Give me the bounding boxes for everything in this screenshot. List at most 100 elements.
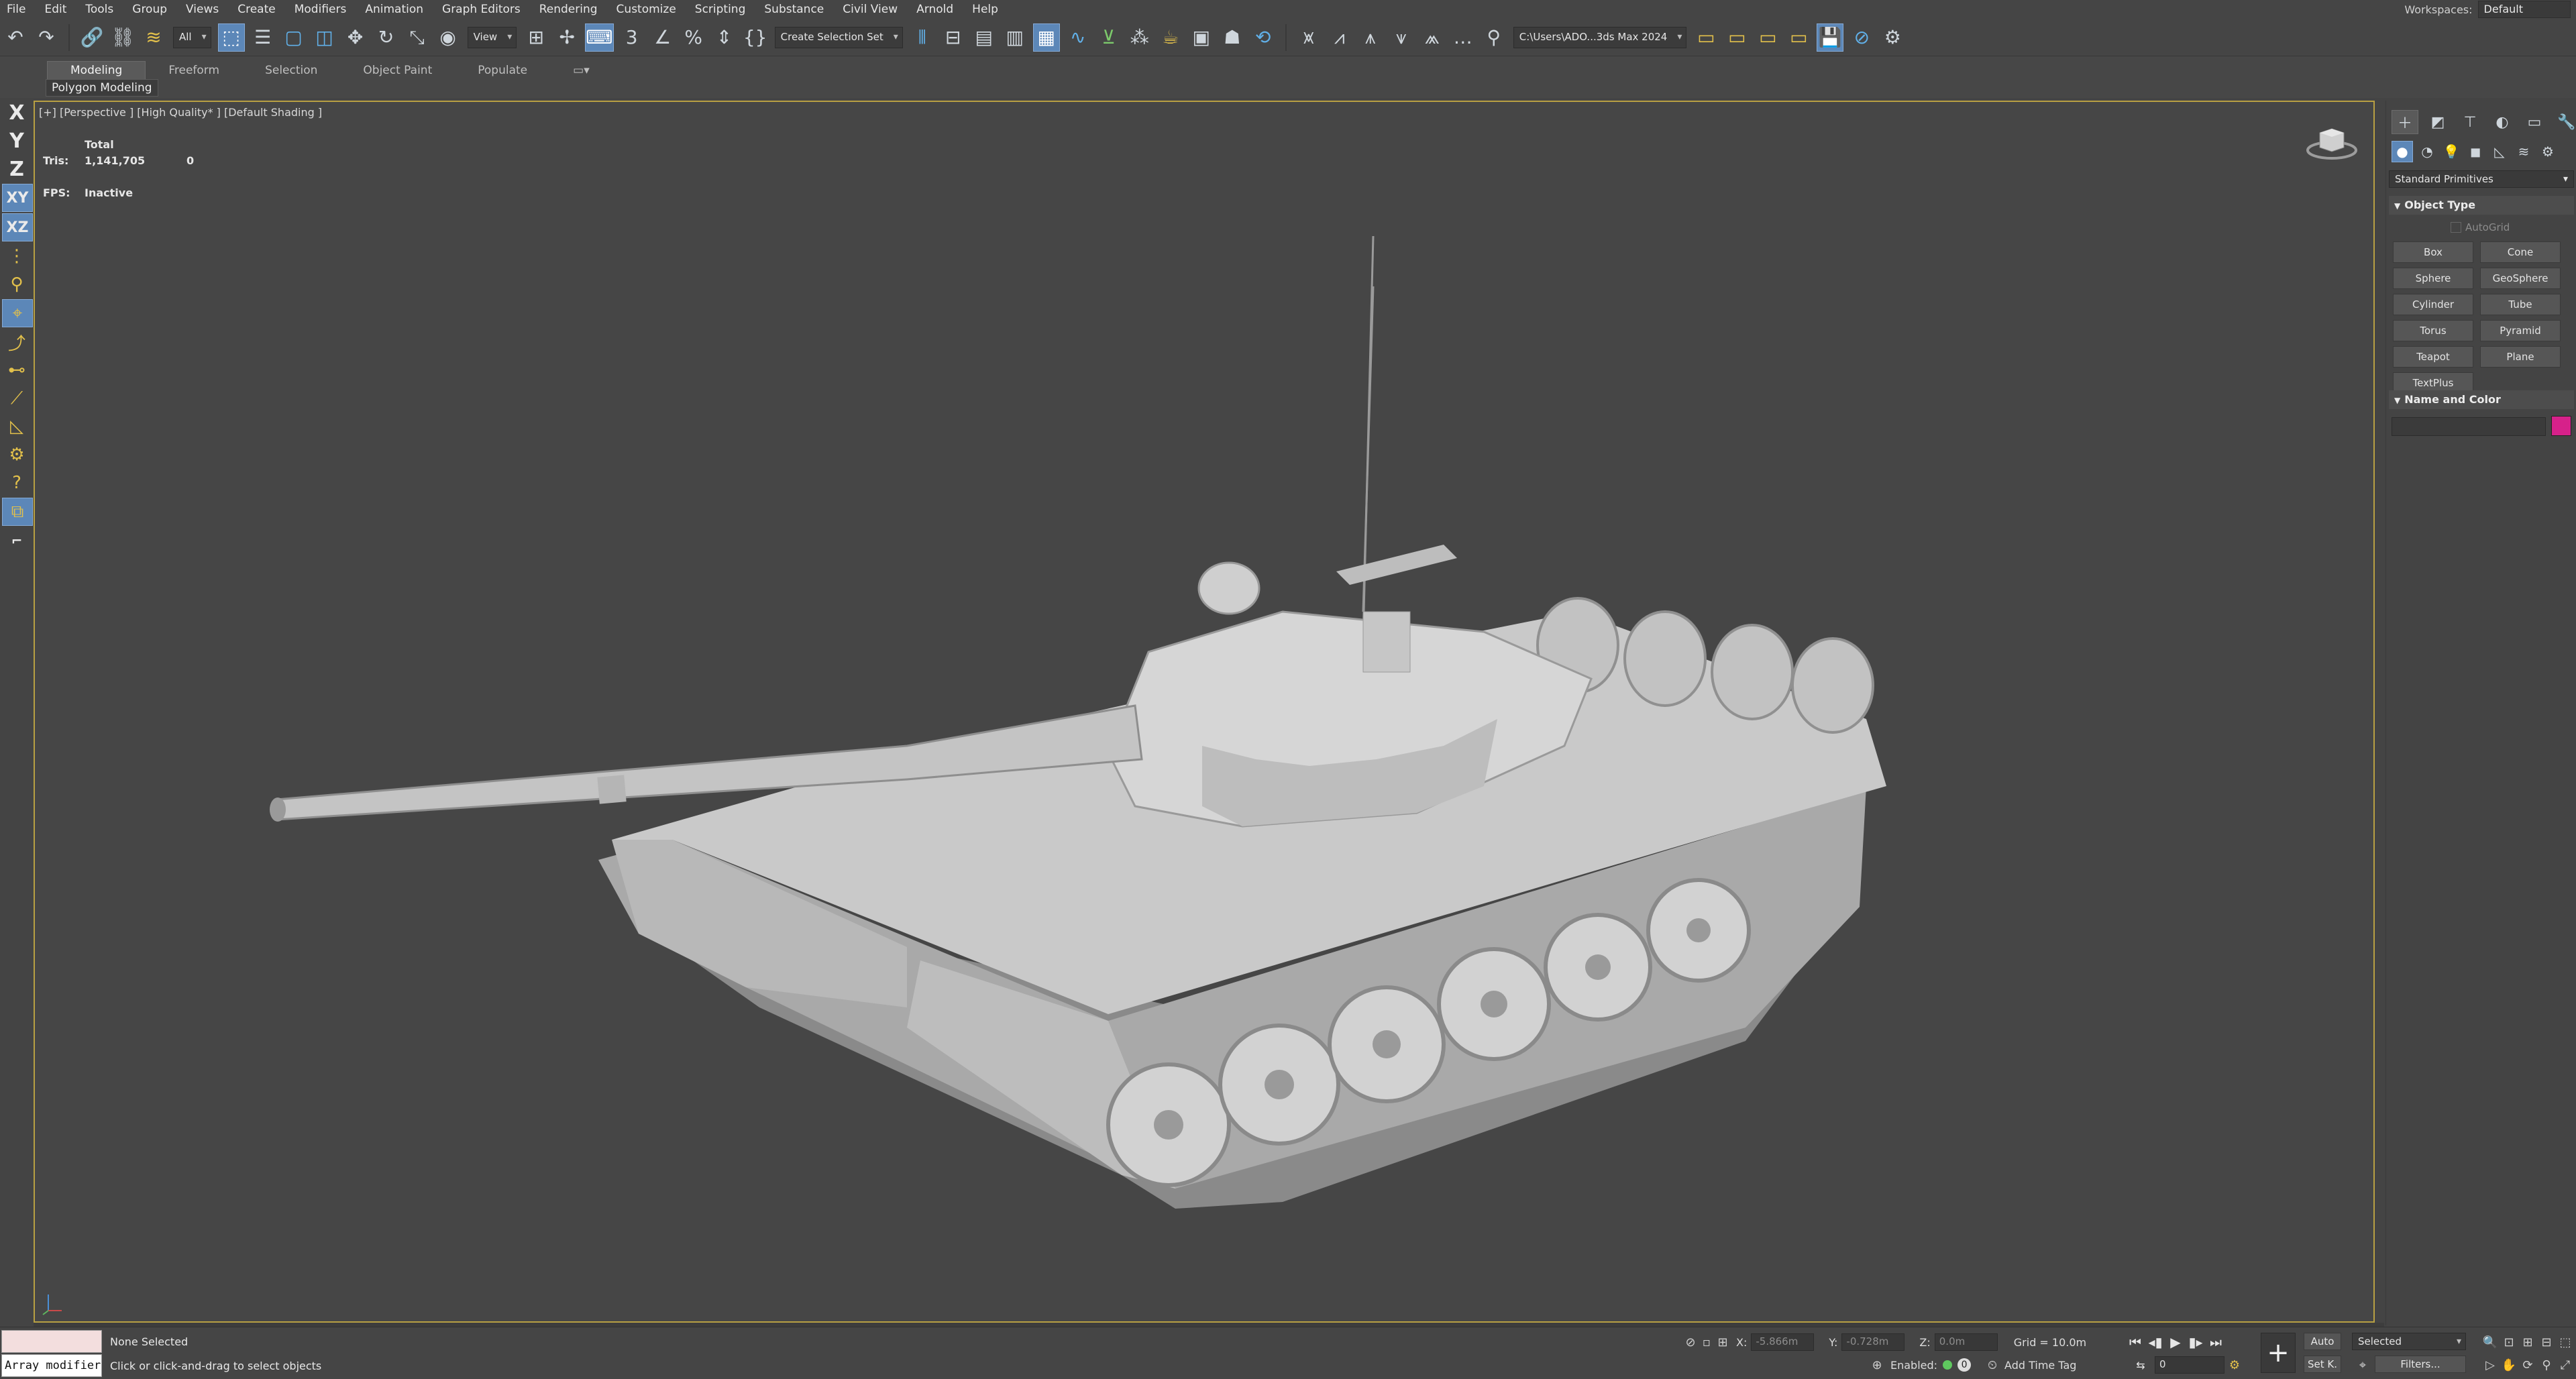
angle-snap-icon[interactable]: ∠ <box>650 24 676 51</box>
tab-modeling[interactable]: Modeling <box>47 61 146 80</box>
walk-through-icon[interactable]: ⚲ <box>2538 1357 2555 1373</box>
select-manipulate-icon[interactable]: ✢ <box>554 24 580 51</box>
menu-customize[interactable]: Customize <box>607 0 686 19</box>
tab-object-paint[interactable]: Object Paint <box>340 62 455 79</box>
auto-key-button[interactable]: Auto <box>2304 1333 2341 1350</box>
settings-icon[interactable]: ⚙ <box>1880 24 1905 51</box>
tab-populate[interactable]: Populate <box>455 62 550 79</box>
listener-input[interactable]: Array modifier <box>1 1354 102 1377</box>
key-filters-button[interactable]: Filters... <box>2375 1356 2466 1373</box>
render-production-icon[interactable]: ☗ <box>1220 24 1245 51</box>
key-mode-dropdown[interactable]: Selected <box>2352 1333 2466 1350</box>
listener-output[interactable] <box>1 1330 102 1353</box>
tube-button[interactable]: Tube <box>2480 294 2561 315</box>
render-activeshade-icon[interactable]: ⟲ <box>1250 24 1276 51</box>
field-of-view-icon[interactable]: ▷ <box>2482 1357 2498 1373</box>
menu-create[interactable]: Create <box>228 0 285 19</box>
arnold-icon-3[interactable]: ⩚ <box>1358 24 1383 51</box>
perspective-viewport[interactable]: [+] [Perspective ] [High Quality* ] [Def… <box>34 101 2375 1323</box>
select-scale-icon[interactable]: ⤡ <box>405 24 430 51</box>
helpers-icon[interactable]: ◺ <box>2489 142 2510 162</box>
select-move-icon[interactable]: ✥ <box>343 24 368 51</box>
place-icon[interactable]: ◉ <box>435 24 461 51</box>
layer-explorer-icon[interactable]: ▥ <box>1002 24 1028 51</box>
go-to-start-icon[interactable]: ⏮ <box>2125 1333 2145 1351</box>
shapes-icon[interactable]: ◔ <box>2417 142 2437 162</box>
material-editor-icon[interactable]: ⁂ <box>1127 24 1152 51</box>
snap-face-icon[interactable]: ◺ <box>2 413 32 440</box>
menu-edit[interactable]: Edit <box>35 0 76 19</box>
window-crossing-icon[interactable]: ◫ <box>312 24 337 51</box>
menu-graph-editors[interactable]: Graph Editors <box>433 0 530 19</box>
maximize-viewport-icon[interactable]: ⤢ <box>2557 1357 2573 1373</box>
project-folder-dropdown[interactable]: C:\Users\ADO...3ds Max 2024 <box>1513 26 1687 48</box>
curve-editor-icon[interactable]: ∿ <box>1065 24 1091 51</box>
torus-button[interactable]: Torus <box>2393 320 2473 341</box>
bind-spacewarp-icon[interactable]: ≋ <box>141 24 166 51</box>
link-icon[interactable]: 🔗 <box>79 24 105 51</box>
object-name-field[interactable] <box>2392 417 2546 436</box>
adaptive-degradation-icon[interactable]: ⊕ <box>1869 1357 1885 1373</box>
time-tag-icon[interactable]: ⏲ <box>1984 1357 2000 1373</box>
go-to-end-icon[interactable]: ⏭ <box>2206 1333 2226 1351</box>
undo-icon[interactable]: ↶ <box>3 24 28 51</box>
spacewarps-icon[interactable]: ≋ <box>2514 142 2534 162</box>
constraint-x-button[interactable]: X <box>2 99 32 126</box>
save-folder-icon[interactable]: ▭ <box>1755 24 1780 51</box>
zoom-extents-icon[interactable]: ⊞ <box>2520 1334 2536 1350</box>
orbit-icon[interactable]: ⟳ <box>2520 1357 2536 1373</box>
menu-group[interactable]: Group <box>123 0 176 19</box>
constraint-y-button[interactable]: Y <box>2 127 32 154</box>
box-button[interactable]: Box <box>2393 241 2473 263</box>
snap-grid-icon[interactable]: ⋮ <box>2 243 32 270</box>
ribbon-options-icon[interactable]: ▭▾ <box>550 62 612 79</box>
set-key-button[interactable]: Set K. <box>2304 1356 2341 1373</box>
unlink-icon[interactable]: ⛓ <box>110 24 136 51</box>
more-icon[interactable]: … <box>1450 24 1476 51</box>
modify-tab-icon[interactable]: ◩ <box>2425 111 2451 133</box>
align-icon[interactable]: ⊟ <box>941 24 966 51</box>
selection-lock-icon[interactable]: ▫ <box>1699 1334 1715 1350</box>
open-folder-icon[interactable]: ▭ <box>1724 24 1750 51</box>
mirror-icon[interactable]: ⫴ <box>910 24 935 51</box>
constraint-xy-button[interactable]: XY <box>2 184 33 212</box>
tab-freeform[interactable]: Freeform <box>146 62 242 79</box>
key-filters-icon[interactable]: ⌖ <box>2355 1357 2371 1373</box>
zoom-all-icon[interactable]: ⊡ <box>2501 1334 2517 1350</box>
project-folder-icon[interactable]: ▭ <box>1693 24 1719 51</box>
edit-named-selection-icon[interactable]: {} <box>743 24 768 51</box>
fov-icon[interactable]: ⬚ <box>2557 1334 2573 1350</box>
pan-icon[interactable]: ✋ <box>2501 1357 2517 1373</box>
object-color-swatch[interactable] <box>2551 416 2571 436</box>
autogrid-checkbox[interactable]: AutoGrid <box>2451 221 2510 233</box>
primitive-type-dropdown[interactable]: Standard Primitives <box>2389 170 2574 188</box>
create-tab-icon[interactable]: ＋ <box>2392 110 2418 134</box>
snap-options-icon[interactable]: ⚙ <box>2 441 32 468</box>
menu-scripting[interactable]: Scripting <box>686 0 755 19</box>
zoom-icon[interactable]: 🔍 <box>2482 1334 2498 1350</box>
ribbon-toggle-icon[interactable]: ▦ <box>1032 23 1060 52</box>
x-coordinate-field[interactable]: -5.866m <box>1751 1333 1815 1351</box>
set-key-icon[interactable]: + <box>2261 1333 2296 1373</box>
select-rotate-icon[interactable]: ↻ <box>374 24 399 51</box>
cone-button[interactable]: Cone <box>2480 241 2561 263</box>
redo-icon[interactable]: ↷ <box>34 24 59 51</box>
pivot-center-icon[interactable]: ⊞ <box>523 24 549 51</box>
play-icon[interactable]: ▶ <box>2165 1333 2186 1351</box>
menu-substance[interactable]: Substance <box>755 0 833 19</box>
keyboard-shortcut-override-icon[interactable]: ⌨ <box>585 23 614 52</box>
selection-filter-dropdown[interactable]: All <box>173 26 211 48</box>
viewcube[interactable] <box>2305 122 2359 162</box>
geosphere-button[interactable]: GeoSphere <box>2480 268 2561 289</box>
time-configuration-icon[interactable]: ⚙ <box>2224 1356 2245 1374</box>
menu-arnold[interactable]: Arnold <box>907 0 963 19</box>
previous-frame-icon[interactable]: ◂▮ <box>2145 1333 2165 1351</box>
time-config-icon[interactable]: ⇆ <box>2131 1356 2151 1374</box>
select-by-name-icon[interactable]: ☰ <box>250 24 276 51</box>
snap-edge-icon[interactable]: ⟋ <box>2 385 32 412</box>
menu-views[interactable]: Views <box>176 0 228 19</box>
y-coordinate-field[interactable]: -0.728m <box>1841 1333 1905 1351</box>
menu-file[interactable]: File <box>0 0 35 19</box>
zoom-extents-all-icon[interactable]: ⊟ <box>2538 1334 2555 1350</box>
viewport-label[interactable]: [+] [Perspective ] [High Quality* ] [Def… <box>39 106 322 119</box>
